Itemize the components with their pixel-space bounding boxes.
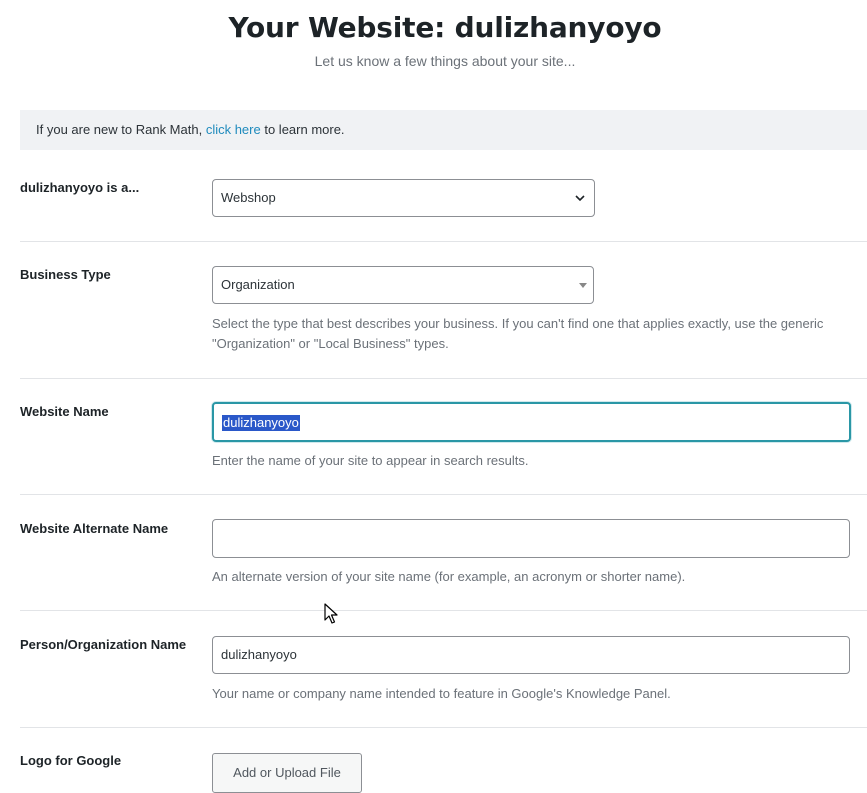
website-name-value: dulizhanyoyo: [222, 415, 300, 431]
page-title: Your Website: dulizhanyoyo: [228, 11, 662, 44]
alternate-name-label: Website Alternate Name: [20, 521, 169, 536]
add-upload-file-button[interactable]: Add or Upload File: [212, 753, 362, 793]
site-type-value: Webshop: [221, 190, 276, 205]
website-name-help: Enter the name of your site to appear in…: [212, 453, 529, 468]
click-here-link[interactable]: click here: [206, 122, 261, 137]
site-type-select[interactable]: Webshop: [212, 179, 595, 217]
alternate-name-input[interactable]: [212, 519, 850, 558]
org-name-help: Your name or company name intended to fe…: [212, 686, 671, 701]
org-name-label: Person/Organization Name: [20, 637, 187, 652]
business-type-row: Business Type: [20, 242, 867, 379]
dropdown-arrow-icon: [579, 283, 587, 288]
business-type-help: Select the type that best describes your…: [212, 316, 824, 351]
notice-suffix: to learn more.: [260, 122, 345, 137]
alternate-name-help: An alternate version of your site name (…: [212, 569, 686, 584]
notice-prefix: If you are new to Rank Math,: [36, 122, 206, 137]
business-type-value: Organization: [221, 277, 295, 292]
page-subtitle: Let us know a few things about your site…: [314, 53, 576, 69]
website-name-input[interactable]: dulizhanyoyo: [212, 402, 851, 442]
business-type-select[interactable]: Organization: [212, 266, 594, 304]
website-name-label: Website Name: [20, 404, 109, 419]
logo-label: Logo for Google: [20, 753, 122, 768]
mouse-cursor-icon: [324, 603, 338, 624]
org-name-value: dulizhanyoyo: [221, 647, 297, 662]
business-type-label: Business Type: [20, 267, 111, 282]
org-name-input[interactable]: dulizhanyoyo: [212, 636, 850, 674]
info-notice: If you are new to Rank Math, click here …: [20, 110, 867, 150]
site-type-label: dulizhanyoyo is a...: [20, 180, 140, 195]
chevron-down-icon: [575, 195, 585, 202]
